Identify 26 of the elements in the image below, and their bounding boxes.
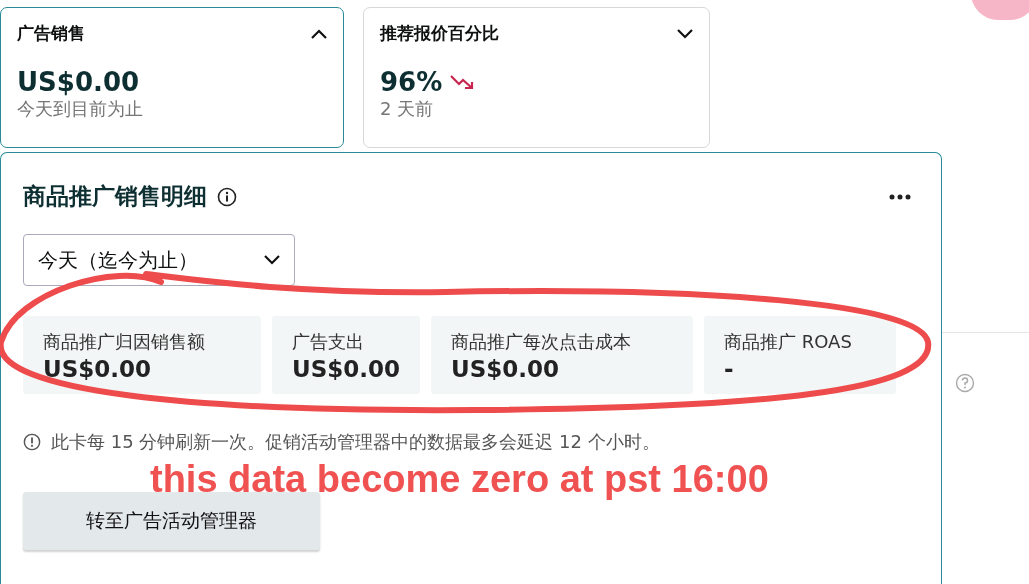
refresh-note: 此卡每 15 分钟刷新一次。促销活动管理器中的数据最多会延迟 12 个小时。 [51,430,660,454]
card-title: 广告销售 [17,22,85,45]
metric-label: 广告支出 [292,330,365,354]
metric-value: US$0.00 [43,356,152,382]
metric-value: US$0.00 [451,356,560,382]
summary-card[interactable]: 广告销售 US$0.00 今天到目前为止 [0,7,344,148]
metric-value: US$0.00 [292,356,400,382]
chevron-icon[interactable] [311,28,327,39]
summary-card[interactable]: 推荐报价百分比 96% 2 天前 [363,7,710,148]
chevron-icon [264,255,280,265]
metric-label: 商品推广归因销售额 [43,330,206,354]
metric-value: - [724,356,735,382]
more-icon[interactable] [889,193,911,200]
alert-icon [23,433,41,451]
card-title: 商品推广销售明细 [23,182,207,211]
campaign-manager-button[interactable]: 转至广告活动管理器 [23,492,320,550]
card-value: US$0.00 [17,67,140,97]
range-dropdown[interactable]: 今天（迄今为止） [23,234,295,286]
info-icon[interactable] [217,186,237,207]
card-subtitle: 今天到目前为止 [17,97,144,121]
card-value: 96% [380,67,443,97]
card-subtitle: 2 天前 [380,97,435,121]
metric-label: 商品推广 ROAS [724,330,853,354]
chevron-icon[interactable] [677,28,693,39]
card-title: 推荐报价百分比 [380,22,499,45]
metric-label: 商品推广每次点击成本 [451,330,632,354]
